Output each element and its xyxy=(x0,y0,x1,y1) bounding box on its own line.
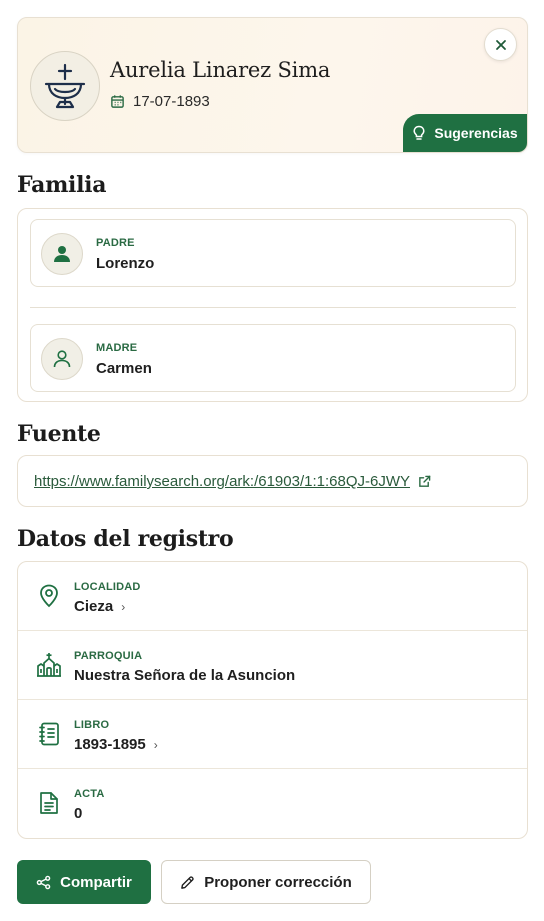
father-card[interactable]: PADRE Lorenzo xyxy=(30,219,516,287)
person-name: Aurelia Linarez Sima xyxy=(110,58,331,82)
calendar-icon xyxy=(111,95,124,108)
share-label: Compartir xyxy=(60,873,132,891)
mother-card[interactable]: MADRE Carmen xyxy=(30,324,516,392)
row-localidad[interactable]: LOCALIDAD Cieza › xyxy=(18,562,527,631)
book-icon xyxy=(39,722,59,746)
propose-correction-button[interactable]: Proponer corrección xyxy=(161,860,371,904)
person-filled-icon xyxy=(54,246,70,262)
fuente-title: Fuente xyxy=(17,421,101,447)
localidad-label: LOCALIDAD xyxy=(74,581,141,593)
mother-label: MADRE xyxy=(96,342,138,354)
libro-value: 1893-1895 › xyxy=(74,736,158,753)
lightbulb-icon xyxy=(413,125,425,140)
location-pin-icon xyxy=(40,584,58,608)
datos-card: LOCALIDAD Cieza › PARROQUIA Nuestra Seño… xyxy=(17,561,528,839)
external-link-icon xyxy=(419,475,431,487)
libro-label: LIBRO xyxy=(74,719,110,731)
source-link[interactable]: https://www.familysearch.org/ark:/61903/… xyxy=(34,473,431,490)
familia-title: Familia xyxy=(17,172,107,198)
row-parroquia: PARROQUIA Nuestra Señora de la Asuncion xyxy=(18,631,527,700)
divider xyxy=(30,307,516,308)
propose-correction-label: Proponer corrección xyxy=(204,873,352,891)
document-icon xyxy=(40,792,58,814)
mother-name: Carmen xyxy=(96,360,152,377)
parroquia-text: Nuestra Señora de la Asuncion xyxy=(74,667,296,684)
father-avatar xyxy=(41,233,83,275)
familia-card: PADRE Lorenzo MADRE Carmen xyxy=(17,208,528,402)
chevron-right-icon: › xyxy=(153,737,158,752)
person-outline-icon xyxy=(53,350,71,368)
source-url[interactable]: https://www.familysearch.org/ark:/61903/… xyxy=(34,473,410,490)
share-icon xyxy=(36,875,51,889)
baptism-font-icon xyxy=(44,63,86,109)
date-row: 17-07-1893 xyxy=(110,93,210,110)
share-button[interactable]: Compartir xyxy=(17,860,151,904)
parroquia-value: Nuestra Señora de la Asuncion xyxy=(74,667,295,684)
localidad-value: Cieza › xyxy=(74,598,125,615)
chevron-right-icon: › xyxy=(121,599,126,614)
suggestions-button[interactable]: Sugerencias xyxy=(403,114,527,152)
datos-title: Datos del registro xyxy=(17,526,234,552)
parroquia-label: PARROQUIA xyxy=(74,650,143,662)
row-libro[interactable]: LIBRO 1893-1895 › xyxy=(18,700,527,769)
close-icon xyxy=(495,39,506,50)
close-button[interactable] xyxy=(484,28,517,61)
fuente-card: https://www.familysearch.org/ark:/61903/… xyxy=(17,455,528,507)
pencil-icon xyxy=(181,875,194,889)
acta-text: 0 xyxy=(74,805,83,822)
libro-text: 1893-1895 xyxy=(74,736,146,753)
father-label: PADRE xyxy=(96,237,135,249)
father-name: Lorenzo xyxy=(96,255,155,272)
church-icon xyxy=(37,653,61,677)
acta-label: ACTA xyxy=(74,788,105,800)
row-acta: ACTA 0 xyxy=(18,769,527,838)
localidad-text: Cieza xyxy=(74,598,114,615)
suggestions-label: Sugerencias xyxy=(434,125,518,141)
person-header-card: Aurelia Linarez Sima 17-07-1893 Sugerenc… xyxy=(17,17,528,153)
mother-avatar xyxy=(41,338,83,380)
avatar xyxy=(30,51,100,121)
acta-value: 0 xyxy=(74,805,82,822)
birth-date: 17-07-1893 xyxy=(133,93,210,110)
